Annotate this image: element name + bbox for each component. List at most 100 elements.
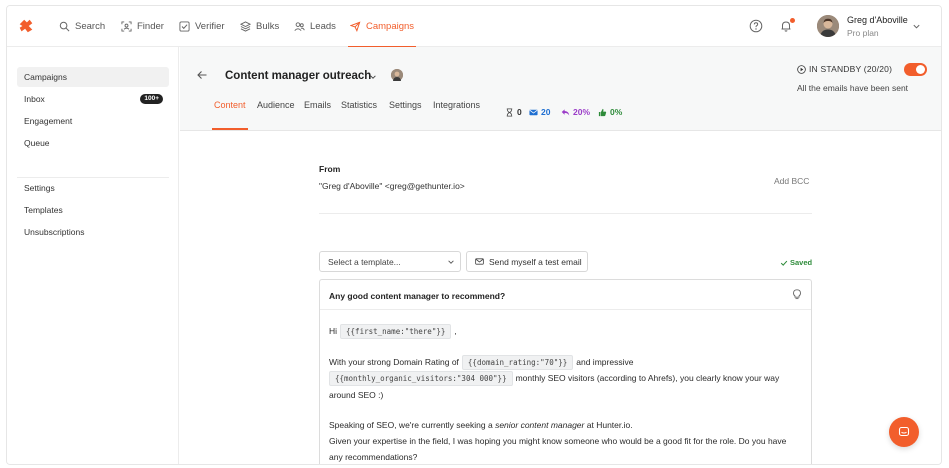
body-text: Hi: [329, 326, 338, 336]
nav-search[interactable]: Search: [59, 6, 105, 47]
campaign-active-toggle[interactable]: [904, 63, 927, 76]
nav-verifier-label: Verifier: [195, 21, 225, 32]
body-text: at Hunter.io.: [586, 420, 633, 430]
app-window: Search Finder Verifier Bulks Leads Campa…: [6, 5, 942, 465]
stat-sent-value: 20: [541, 107, 551, 117]
campaign-owner-avatar[interactable]: [391, 69, 403, 81]
thumbs-up-icon: [598, 108, 607, 116]
saved-indicator: Saved: [780, 258, 812, 267]
user-name[interactable]: Greg d'Aboville: [847, 15, 908, 25]
nav-verifier[interactable]: Verifier: [179, 6, 225, 47]
nav-leads-label: Leads: [310, 21, 336, 32]
sidebar-item-settings[interactable]: Settings: [17, 178, 169, 198]
nav-bulks-label: Bulks: [256, 21, 280, 32]
finder-icon: [121, 21, 132, 32]
notification-dot: [790, 18, 795, 23]
stat-replies[interactable]: 20%: [561, 107, 590, 117]
body-text-emphasis: senior content manager: [495, 420, 585, 430]
top-navigation: Search Finder Verifier Bulks Leads Campa…: [7, 6, 941, 48]
sidebar-item-label: Unsubscriptions: [24, 227, 85, 237]
email-body-line[interactable]: With your strong Domain Rating of {{domai…: [329, 355, 633, 370]
tab-label: Statistics: [341, 100, 378, 110]
body-text: monthly SEO visitors (according to Ahref…: [515, 373, 780, 383]
sidebar-item-label: Queue: [24, 138, 50, 148]
nav-campaigns-label: Campaigns: [366, 21, 415, 32]
divider: [319, 213, 812, 214]
stat-interested[interactable]: 0%: [598, 107, 622, 117]
inbox-count-badge: 100+: [140, 94, 163, 104]
user-avatar[interactable]: [817, 15, 839, 37]
tab-content[interactable]: Content: [212, 100, 248, 130]
add-bcc-link[interactable]: Add BCC: [774, 176, 809, 186]
campaign-status-subtext: All the emails have been sent: [797, 83, 909, 93]
sidebar-item-engagement[interactable]: Engagement: [17, 111, 169, 131]
stat-interested-value: 0%: [610, 107, 623, 117]
body-text: With your strong Domain Rating of: [329, 357, 459, 367]
sidebar-item-queue[interactable]: Queue: [17, 133, 169, 153]
tab-statistics[interactable]: Statistics: [341, 100, 377, 130]
campaigns-icon: [350, 21, 361, 32]
nav-bulks[interactable]: Bulks: [240, 6, 279, 47]
template-select[interactable]: Select a template...: [319, 251, 461, 272]
email-body-line[interactable]: any recommendations?: [329, 452, 417, 462]
stat-pending-value: 0: [517, 107, 522, 117]
send-test-email-button[interactable]: Send myself a test email: [466, 251, 588, 272]
campaign-title[interactable]: Content manager outreach: [225, 70, 371, 82]
saved-label: Saved: [790, 258, 813, 267]
sidebar-item-label: Settings: [24, 183, 55, 193]
tab-emails[interactable]: Emails: [304, 100, 331, 130]
email-body-line[interactable]: Hi {{first_name:"there"}},: [329, 324, 457, 339]
check-icon: [780, 260, 788, 266]
tab-audience[interactable]: Audience: [257, 100, 295, 130]
sidebar-item-inbox[interactable]: Inbox 100+: [17, 89, 169, 109]
stat-sent[interactable]: 20: [529, 107, 550, 117]
verifier-icon: [179, 21, 190, 32]
email-body-line[interactable]: {{monthly_organic_visitors:"304 000"}} mo…: [326, 371, 779, 386]
email-body-line[interactable]: Speaking of SEO, we're currently seeking…: [329, 420, 633, 430]
email-body-line[interactable]: Given your expertise in the field, I was…: [329, 436, 786, 446]
sidebar-item-unsubscriptions[interactable]: Unsubscriptions: [17, 222, 169, 242]
tab-integrations[interactable]: Integrations: [433, 100, 480, 130]
campaign-status: IN STANDBY (20/20): [797, 64, 892, 74]
variable-first-name[interactable]: {{first_name:"there"}}: [340, 324, 452, 339]
chevron-down-icon[interactable]: [912, 22, 921, 31]
body-text: ,: [454, 326, 457, 336]
chat-icon: [898, 426, 910, 437]
body-text: and impressive: [576, 357, 634, 367]
stat-pending[interactable]: 0: [505, 107, 522, 117]
sidebar-item-campaigns[interactable]: Campaigns: [17, 67, 169, 87]
email-editor[interactable]: Any good content manager to recommend? H…: [319, 279, 812, 464]
nav-search-label: Search: [75, 21, 106, 32]
nav-leads[interactable]: Leads: [294, 6, 336, 47]
chat-support-button[interactable]: [889, 417, 919, 447]
envelope-icon: [529, 109, 538, 115]
variable-domain-rating[interactable]: {{domain_rating:"70"}}: [461, 355, 574, 370]
lightbulb-icon[interactable]: [792, 289, 802, 300]
sidebar-item-templates[interactable]: Templates: [17, 200, 169, 220]
leads-icon: [294, 22, 305, 31]
tab-label: Emails: [304, 100, 332, 110]
nav-campaigns[interactable]: Campaigns: [347, 6, 417, 48]
send-test-email-label: Send myself a test email: [489, 256, 582, 267]
help-icon[interactable]: [749, 19, 763, 33]
email-subject-text[interactable]: Any good content manager to recommend?: [329, 291, 505, 301]
hourglass-icon: [506, 107, 513, 117]
play-circle-icon: [797, 64, 806, 74]
campaign-status-text: IN STANDBY (20/20): [809, 64, 893, 74]
sidebar: Campaigns Inbox 100+ Engagement Queue Se…: [7, 47, 179, 464]
email-subject[interactable]: Any good content manager to recommend?: [320, 280, 811, 310]
nav-finder[interactable]: Finder: [121, 6, 164, 47]
user-avatar-photo: [817, 15, 839, 37]
from-sender[interactable]: "Greg d'Aboville" <greg@gethunter.io>: [319, 181, 465, 191]
tab-settings[interactable]: Settings: [389, 100, 422, 130]
chevron-down-icon[interactable]: [369, 73, 377, 81]
chevron-down-icon: [448, 260, 454, 264]
user-plan: Pro plan: [847, 28, 879, 38]
tab-label: Settings: [389, 100, 422, 110]
email-body-line[interactable]: around SEO :): [329, 390, 383, 400]
variable-monthly-organic-visitors[interactable]: {{monthly_organic_visitors:"304 000"}}: [329, 371, 513, 386]
stat-replies-value: 20%: [573, 107, 591, 117]
hunter-logo-icon[interactable]: [17, 17, 35, 35]
envelope-icon: [475, 258, 484, 265]
back-arrow-icon[interactable]: [196, 69, 208, 81]
